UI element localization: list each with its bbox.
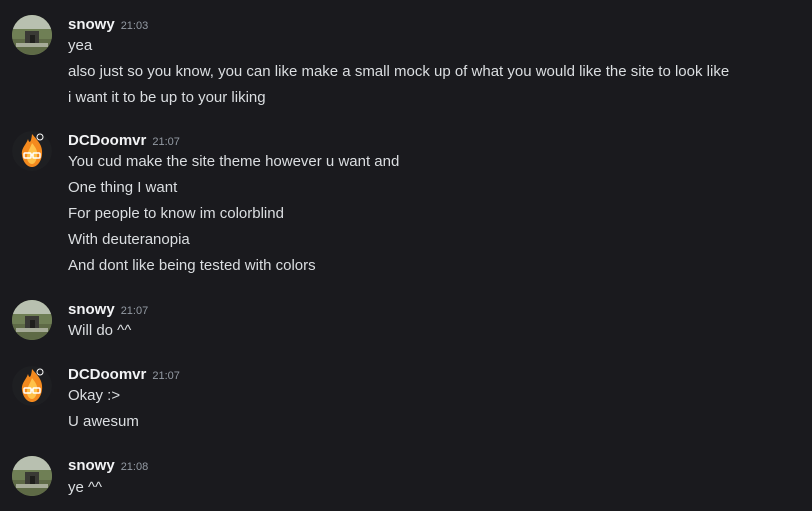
chat-message-list: snowy 21:03 yea also just so you know, yo… (0, 0, 812, 511)
message-text: With deuteranopia (68, 231, 190, 248)
message-text: ye ^^ (68, 479, 103, 496)
snowy-landscape-avatar[interactable] (12, 456, 52, 496)
message-text: i want it to be up to your liking (68, 89, 266, 106)
username[interactable]: snowy (68, 301, 115, 318)
message-text: One thing I want (68, 179, 178, 196)
message-text: also just so you know, you can like make… (68, 63, 730, 80)
timestamp[interactable]: 21:08 (121, 461, 149, 473)
message-header: DCDoomvr 21:07 (68, 132, 180, 152)
message-text: For people to know im colorblind (68, 205, 284, 222)
message-text: You cud make the site theme however u wa… (68, 153, 400, 170)
flame-skull-avatar[interactable] (12, 131, 52, 171)
message-header: DCDoomvr 21:07 (68, 366, 180, 386)
snowy-landscape-avatar[interactable] (12, 300, 52, 340)
timestamp[interactable]: 21:07 (121, 305, 149, 317)
username[interactable]: snowy (68, 16, 115, 33)
message-text: yea (68, 37, 93, 54)
flame-skull-avatar[interactable] (12, 366, 52, 406)
timestamp[interactable]: 21:07 (152, 370, 180, 382)
message-header: snowy 21:03 (68, 16, 148, 36)
username[interactable]: DCDoomvr (68, 366, 146, 383)
username[interactable]: DCDoomvr (68, 132, 146, 149)
message-text: Will do ^^ (68, 322, 132, 339)
message-text: Okay :> (68, 387, 121, 404)
timestamp[interactable]: 21:03 (121, 20, 149, 32)
message-header: snowy 21:07 (68, 301, 148, 321)
timestamp[interactable]: 21:07 (152, 136, 180, 148)
snowy-landscape-avatar[interactable] (12, 15, 52, 55)
username[interactable]: snowy (68, 457, 115, 474)
message-header: snowy 21:08 (68, 457, 148, 477)
message-text: U awesum (68, 413, 139, 430)
message-text: And dont like being tested with colors (68, 257, 316, 274)
